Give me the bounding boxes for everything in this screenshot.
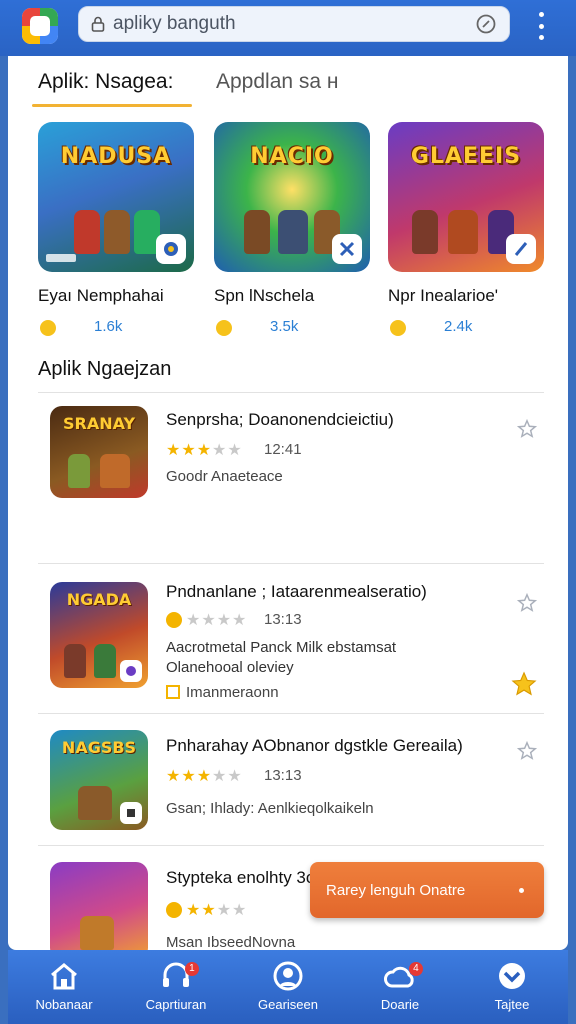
- top-bar: apliky banguth: [0, 0, 576, 56]
- download-count: 3.5k: [270, 318, 299, 335]
- rating: ★★★★★ 12:41: [166, 440, 366, 462]
- refresh-icon[interactable]: [475, 13, 497, 35]
- list-item-time: 12:41: [264, 441, 302, 458]
- list-item-time: 13:13: [264, 611, 302, 628]
- tag-icon: [166, 685, 180, 699]
- favorite-star-icon[interactable]: [516, 592, 538, 614]
- search-input[interactable]: apliky banguth: [78, 6, 510, 42]
- nav-label: Caprtiuran: [145, 997, 207, 1012]
- section-title: Aplik Ngaejzan: [38, 358, 172, 380]
- nav-label: Geariseen: [258, 997, 318, 1012]
- list-item-tag: Goodr Anaeteace: [166, 468, 283, 485]
- list-item[interactable]: NAGSBS Pnharahay AObnanor dgstkle Gereai…: [38, 714, 544, 846]
- star-rating-icon: ★★★★★: [166, 766, 243, 785]
- game-badge-icon: [156, 234, 186, 264]
- search-input-value: apliky banguth: [113, 13, 236, 34]
- list-item-title: Senprsha; Doanonendcieictiu): [166, 410, 394, 429]
- app-logo-icon[interactable]: [22, 8, 58, 44]
- list-item-description: Olanehooal oleviey: [166, 659, 294, 676]
- download-count: 1.6k: [94, 318, 123, 335]
- nav-item-support[interactable]: 1 Caprtiuran: [120, 950, 232, 1024]
- nav-item-home[interactable]: Nobanaar: [8, 950, 120, 1024]
- coin-icon: [390, 320, 406, 336]
- rating: ★★★★★ 13:13: [166, 766, 366, 788]
- nav-label: Doarie: [380, 997, 420, 1012]
- nav-label: Nobanaar: [35, 997, 93, 1012]
- star-rating-icon: ★★★★: [186, 900, 248, 919]
- divider: [38, 392, 544, 393]
- kebab-menu-icon[interactable]: [534, 12, 548, 40]
- active-tab-indicator: [32, 104, 192, 107]
- cta-button-label: Rarey lenguh Onatre: [326, 881, 466, 899]
- featured-app-name: Eyaı Nemphahai: [38, 286, 164, 305]
- featured-app-name: Spn lNschela: [214, 286, 315, 305]
- game-badge-icon: [332, 234, 362, 264]
- nav-item-more[interactable]: Tajtee: [456, 950, 568, 1024]
- featured-app-name: Npr Inealarioe': [388, 286, 499, 305]
- coin-icon: [40, 320, 56, 336]
- app-thumbnail: NADUSA: [38, 122, 194, 272]
- featured-app-card[interactable]: NADUSA Eyaı Nemphahai 1.6k: [38, 122, 198, 342]
- lock-icon: [91, 16, 107, 32]
- nav-item-cloud[interactable]: 4 Doarie: [344, 950, 456, 1024]
- list-item-tag: Imanmeraonn: [166, 684, 279, 701]
- tab-bar: Aplik: Nsagea: Appdlan sa н: [32, 68, 544, 114]
- app-thumbnail: SRANAY: [50, 406, 148, 498]
- list-item-tag-text: Imanmeraonn: [186, 684, 279, 701]
- featured-app-meta: 2.4k: [390, 318, 540, 340]
- emoji-icon: [166, 612, 182, 628]
- dot-icon: [519, 888, 524, 893]
- featured-app-meta: 1.6k: [40, 318, 190, 340]
- coin-icon: [216, 320, 232, 336]
- tab-secondary[interactable]: Appdlan sa н: [216, 68, 339, 108]
- thumbnail-art-title: NADUSA: [60, 144, 172, 169]
- emoji-icon: [166, 902, 182, 918]
- home-icon: [47, 960, 81, 992]
- list-item-description: Aacrotmetal Panck Milk ebstamsat: [166, 639, 397, 656]
- thumbnail-art-title: NGADA: [66, 590, 132, 609]
- game-badge-icon: [120, 660, 142, 682]
- favorite-star-icon[interactable]: [516, 418, 538, 440]
- thumbnail-art-title: NACIO: [250, 144, 334, 169]
- app-thumbnail: NACIO: [214, 122, 370, 272]
- list-item-tag: Gsan; Ihlady: Aenlkieqolkaikeln: [166, 800, 374, 817]
- nav-item-profile[interactable]: Geariseen: [232, 950, 344, 1024]
- featured-app-card[interactable]: GLAEEIS Npr Inealarioe' 2.4k: [388, 122, 548, 342]
- list-item-time: 13:13: [264, 767, 302, 784]
- list-item-title: Pndnanlane ; Iataarenmealseratio): [166, 582, 427, 601]
- list-item[interactable]: NGADA Pndnanlane ; Iataarenmealseratio) …: [38, 564, 544, 714]
- featured-app-meta: 3.5k: [216, 318, 366, 340]
- featured-star-icon[interactable]: [510, 670, 538, 698]
- star-rating-icon: ★★★★: [186, 610, 248, 629]
- app-thumbnail: GLAEEIS: [388, 122, 544, 272]
- download-count: 2.4k: [444, 318, 473, 335]
- app-thumbnail: NAGSBS: [50, 730, 148, 830]
- nav-label: Tajtee: [494, 997, 530, 1012]
- game-badge-icon: [120, 802, 142, 824]
- thumbnail-art-title: GLAEEIS: [410, 144, 522, 169]
- chevron-down-circle-icon: [495, 960, 529, 992]
- featured-app-card[interactable]: NACIO Spn lNschela 3.5k: [214, 122, 374, 342]
- content-sheet: Aplik: Nsagea: Appdlan sa н NADUSA Eyaı …: [8, 56, 568, 960]
- profile-icon: [271, 960, 305, 992]
- star-rating-icon: ★★★★★: [166, 440, 243, 459]
- list-item-tag: Msan IbseedNovna: [166, 934, 296, 951]
- list-item-title: Pnharahay AObnanor dgstkle Gereaila): [166, 736, 463, 755]
- favorite-star-icon[interactable]: [516, 740, 538, 762]
- rating: ★★★★ 13:13: [166, 610, 366, 632]
- tab-main[interactable]: Aplik: Nsagea:: [38, 68, 173, 108]
- thumbnail-art-title: SRANAY: [62, 414, 136, 433]
- notification-badge: 4: [408, 962, 423, 976]
- app-thumbnail: NGADA: [50, 582, 148, 688]
- list-item[interactable]: SRANAY Senprsha; Doanonendcieictiu) ★★★★…: [38, 396, 544, 564]
- notification-badge: 1: [184, 962, 199, 976]
- game-badge-icon: [506, 234, 536, 264]
- bottom-navigation: Nobanaar 1 Caprtiuran Geariseen 4 Doarie…: [8, 950, 568, 1024]
- app-thumbnail: [50, 862, 148, 960]
- thumbnail-art-title: NAGSBS: [61, 738, 137, 757]
- featured-apps: NADUSA Eyaı Nemphahai 1.6k NACIO Spn lNs…: [38, 122, 548, 342]
- cta-button[interactable]: Rarey lenguh Onatre: [310, 862, 544, 918]
